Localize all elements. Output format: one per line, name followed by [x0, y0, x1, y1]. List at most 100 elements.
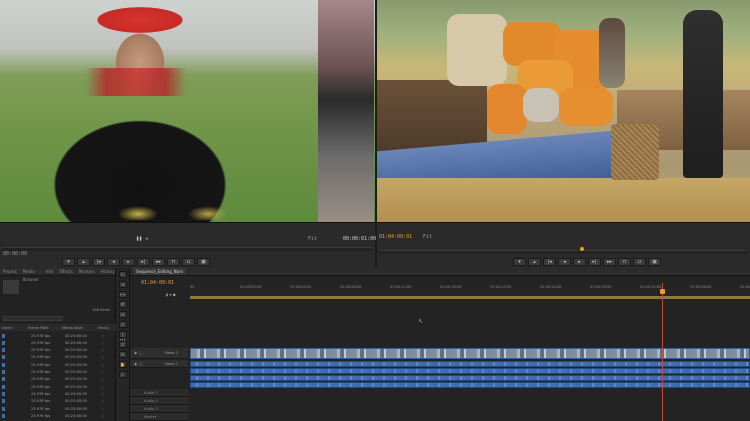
rate-stretch-tool-icon[interactable]: ↔ — [118, 311, 127, 318]
source-transport: ▾ ▴ |◂ ◂ ▸ ▸| ▸▸ ⊓ ⊔ ▣ — [62, 258, 210, 266]
lock-icon[interactable]: ▢ — [139, 362, 142, 366]
col-frame-rate[interactable]: Frame Rate — [28, 326, 62, 330]
track-header-audio-1[interactable]: Audio 1 — [130, 389, 188, 397]
tab-project[interactable]: Project — [3, 268, 17, 275]
step-forward-icon[interactable]: ▸| — [137, 258, 150, 266]
program-sack — [559, 88, 613, 126]
project-list-item[interactable]: 23.976 fps 00:23:00:00 ◌ — [0, 347, 116, 354]
item-media-icon: ◌ — [101, 406, 105, 411]
sequence-icon — [2, 413, 5, 418]
playhead-handle[interactable] — [660, 289, 665, 294]
step-forward-icon[interactable]: ▸| — [588, 258, 601, 266]
rolling-edit-tool-icon[interactable]: # — [118, 301, 127, 308]
selection-tool-icon[interactable]: ↖ — [118, 271, 127, 278]
mark-out-icon[interactable]: ▴ — [528, 258, 541, 266]
program-playhead-marker[interactable] — [580, 247, 584, 251]
clips-track-d[interactable] — [190, 382, 750, 388]
program-scrub-bar[interactable] — [379, 250, 747, 254]
project-item-count: 108 Items — [92, 308, 111, 312]
timeline-ruler[interactable]: 00 01:00:00:00 01:00:04:00 01:00:08:00 01:00… — [190, 283, 750, 297]
track-header-audio-3[interactable]: Audio 3 — [130, 405, 188, 413]
clips-track-a[interactable] — [190, 361, 750, 367]
program-worker — [683, 10, 723, 178]
mark-in-icon[interactable]: ▾ — [513, 258, 526, 266]
ruler-tick-label: 01:00:00:00 — [240, 285, 262, 289]
track-label-video-2: Video 2 — [164, 351, 179, 355]
work-area-bar[interactable] — [190, 296, 750, 299]
razor-tool-icon[interactable]: ◇ — [118, 321, 127, 328]
sequence-icon — [2, 406, 5, 411]
ruler-tick-label: 01:00:16:00 — [440, 285, 462, 289]
project-search-input[interactable] — [3, 316, 63, 321]
track-header-video-2[interactable]: ◉ ▢ Video 2 — [130, 348, 188, 359]
export-frame-icon[interactable]: ▣ — [648, 258, 661, 266]
step-back-icon[interactable]: ◂ — [107, 258, 120, 266]
export-frame-icon[interactable]: ▣ — [197, 258, 210, 266]
go-to-out-icon[interactable]: ▸▸ — [603, 258, 616, 266]
eye-icon[interactable]: ◉ — [134, 351, 137, 355]
tab-effects[interactable]: Effects — [59, 268, 73, 275]
go-to-in-icon[interactable]: |◂ — [92, 258, 105, 266]
tab-sequence[interactable]: Sequence_Editing_Nom — [133, 268, 186, 275]
project-list-item[interactable]: 23.976 fps 00:23:00:00 ◌ — [0, 398, 116, 405]
project-list-item[interactable]: 23.976 fps 00:23:00:00 ◌ — [0, 412, 116, 419]
project-list-item[interactable]: 23.976 fps 00:23:00:00 ◌ — [0, 361, 116, 368]
item-media-start: 00:23:00:00 — [65, 340, 87, 345]
project-list-item[interactable]: 23.976 fps 00:23:00:00 ◌ — [0, 405, 116, 412]
project-list-item[interactable]: 23.976 fps 00:23:00:00 ◌ — [0, 332, 116, 339]
project-list-item[interactable]: 23.976 fps 00:23:00:00 ◌ — [0, 383, 116, 390]
tab-info[interactable]: Info — [46, 268, 54, 275]
col-media-start[interactable]: Media Start — [62, 326, 98, 330]
insert-icon[interactable]: ⊓ — [167, 258, 180, 266]
track-header-master[interactable]: Master — [130, 413, 188, 421]
step-back-icon[interactable]: ◂ — [558, 258, 571, 266]
project-list-item[interactable]: 23.976 fps 00:23:00:00 ◌ — [0, 369, 116, 376]
slip-tool-icon[interactable]: |↔| — [118, 331, 127, 342]
extract-icon[interactable]: ⊔ — [633, 258, 646, 266]
pen-tool-icon[interactable]: ✎ — [118, 351, 127, 358]
project-list-item[interactable]: 23.976 fps 00:23:00:00 ◌ — [0, 390, 116, 397]
go-to-in-icon[interactable]: |◂ — [543, 258, 556, 266]
col-name[interactable]: Name — [0, 326, 28, 330]
tab-history[interactable]: History — [101, 268, 115, 275]
tab-markers[interactable]: Markers — [79, 268, 95, 275]
project-list-item[interactable]: 23.976 fps 00:23:00:00 ◌ — [0, 339, 116, 346]
clips-track-b[interactable] — [190, 368, 750, 374]
tab-media-browser[interactable]: Media Browser — [23, 268, 40, 282]
clips-track-c[interactable] — [190, 375, 750, 381]
slide-tool-icon[interactable]: ↕ — [118, 341, 127, 348]
ruler-tick-label: 01:00:28:00 — [590, 285, 612, 289]
hand-tool-icon[interactable]: ✋ — [118, 361, 127, 368]
mark-in-icon[interactable]: ▾ — [62, 258, 75, 266]
item-frame-rate: 23.976 fps — [31, 355, 51, 360]
item-frame-rate: 23.976 fps — [31, 362, 51, 367]
ruler-tick-label: 01:00:36:00 — [690, 285, 712, 289]
mark-out-icon[interactable]: ▴ — [77, 258, 90, 266]
program-zoom-select[interactable]: Fit — [423, 234, 432, 240]
track-select-tool-icon[interactable]: ⇥ — [118, 281, 127, 288]
project-list-item[interactable]: 23.976 fps 00:23:00:00 ◌ — [0, 354, 116, 361]
lift-icon[interactable]: ⊓ — [618, 258, 631, 266]
col-media[interactable]: Media — [98, 326, 109, 330]
item-frame-rate: 23.976 fps — [31, 370, 51, 374]
zoom-tool-icon[interactable]: ⌕ — [118, 371, 127, 378]
play-icon[interactable]: ▸ — [122, 258, 135, 266]
track-header-audio-2[interactable]: Audio 2 — [130, 397, 188, 405]
go-to-out-icon[interactable]: ▸▸ — [152, 258, 165, 266]
play-icon[interactable]: ▸ — [573, 258, 586, 266]
ripple-edit-tool-icon[interactable]: ⟷ — [118, 291, 127, 298]
item-frame-rate: 23.976 fps — [31, 348, 51, 353]
lock-icon[interactable]: ▢ — [139, 351, 142, 355]
item-media-start: 00:23:00:00 — [65, 384, 87, 389]
tools-panel: ↖ ⇥ ⟷ # ↔ ◇ |↔| ↕ ✎ ✋ ⌕ — [116, 268, 130, 421]
video-clips-v2[interactable] — [190, 348, 750, 359]
source-zoom-select[interactable]: Fit — [308, 236, 317, 242]
source-scrub-bar[interactable] — [2, 247, 372, 251]
snap-icon[interactable]: ◖ ▾ ◆ — [166, 292, 176, 297]
eye-icon[interactable]: ◉ — [134, 362, 137, 366]
overwrite-icon[interactable]: ⊔ — [182, 258, 195, 266]
timeline-playhead[interactable] — [662, 283, 663, 421]
item-media-start: 00:23:00:00 — [65, 333, 87, 338]
track-header-video-1[interactable]: ◉ ▢ Video 1 — [130, 360, 188, 368]
project-list-item[interactable]: 23.976 fps 00:23:00:00 ◌ — [0, 376, 116, 383]
